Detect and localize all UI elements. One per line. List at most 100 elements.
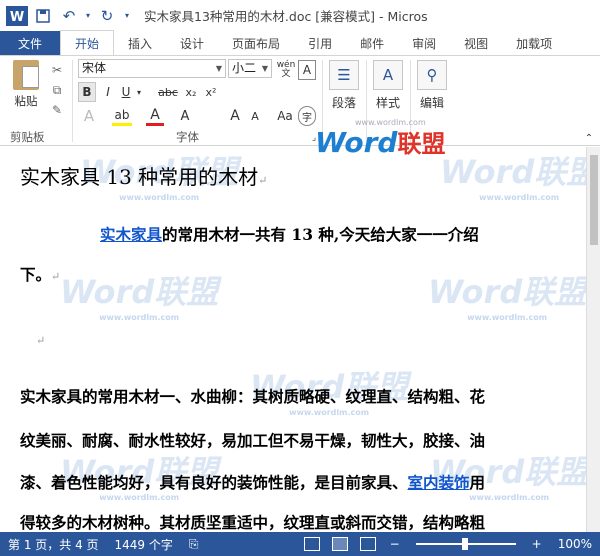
- superscript-button[interactable]: x²: [202, 82, 220, 102]
- grow-font-icon[interactable]: A: [226, 106, 244, 126]
- para1-text: 的常用木材一共有 13 种,今天给大家一一介绍: [162, 225, 479, 244]
- editing-button[interactable]: ⚲ 编辑: [412, 60, 452, 111]
- scroll-thumb[interactable]: [590, 155, 598, 245]
- undo-dropdown-icon[interactable]: ▾: [82, 3, 94, 29]
- zoom-slider[interactable]: [415, 538, 516, 550]
- strikethrough-button[interactable]: abc: [156, 82, 180, 102]
- paragraph-2-line-2: 纹美丽、耐腐、耐水性较好，易加工但不易干燥，韧性大，胶接、油: [20, 431, 486, 450]
- tab-addins[interactable]: 加载项: [502, 31, 566, 55]
- font-color-icon[interactable]: A: [146, 106, 164, 126]
- watermark-url: www.wordlm.com: [469, 493, 550, 502]
- para1-line2: 下。: [20, 265, 52, 284]
- clipboard-icon: [13, 60, 39, 90]
- read-mode-icon[interactable]: [303, 537, 320, 551]
- phonetic-guide-icon[interactable]: wén 文: [276, 60, 296, 80]
- paragraph-2-line-3: 漆、着色性能均好，具有良好的装饰性能，是目前家具、室内装饰用: [20, 471, 575, 493]
- interior-decoration-link[interactable]: 室内装饰: [408, 473, 470, 492]
- logo-word: Word: [315, 126, 398, 159]
- word-logo-icon[interactable]: W: [4, 3, 30, 29]
- styles-button[interactable]: A 样式: [368, 60, 408, 111]
- text-effects-icon[interactable]: A: [80, 106, 98, 126]
- save-icon[interactable]: [30, 3, 56, 29]
- watermark-url: www.wordlm.com: [479, 193, 560, 202]
- editing-label: 编辑: [419, 96, 444, 110]
- paste-label: 粘贴: [14, 94, 38, 108]
- paragraph-2-line-1: 实木家具的常用木材一、水曲柳：其树质略硬、纹理直、结构粗、花: [20, 387, 486, 406]
- clipboard-group-label: 剪贴板: [10, 130, 45, 144]
- paragraph-icon: ☰: [329, 60, 359, 90]
- phonetic-char: 文: [281, 69, 291, 79]
- font-size-select[interactable]: 小二 ▼: [228, 59, 272, 78]
- logo-chinese: 联盟: [397, 130, 446, 158]
- tab-layout[interactable]: 页面布局: [218, 31, 294, 55]
- char-shading-icon[interactable]: A: [176, 106, 194, 126]
- styles-label: 样式: [375, 96, 400, 110]
- tab-mailings[interactable]: 邮件: [346, 31, 398, 55]
- copy-icon[interactable]: ⧉: [48, 80, 66, 100]
- font-name-value: 宋体: [82, 61, 107, 75]
- undo-icon[interactable]: ↶: [56, 3, 82, 29]
- binoculars-icon: ⚲: [417, 60, 447, 90]
- tab-insert[interactable]: 插入: [114, 31, 166, 55]
- heading-text: 实木家具 13 种常用的木材: [20, 165, 259, 189]
- para2-line3-post: 用: [469, 473, 486, 492]
- print-layout-icon[interactable]: [331, 537, 348, 551]
- shrink-font-icon[interactable]: A: [246, 106, 264, 126]
- redo-icon[interactable]: ↻: [94, 3, 120, 29]
- proofing-icon[interactable]: ⎘: [181, 537, 207, 552]
- bold-button[interactable]: B: [78, 82, 96, 102]
- paragraph-1-line-1: 实木家具的常用木材一共有 13 种,今天给大家一一介绍: [100, 223, 570, 245]
- zoom-in-icon[interactable]: +: [524, 537, 550, 551]
- page-count[interactable]: 第 1 页，共 4 页: [0, 536, 107, 553]
- title-bar: W ↶ ▾ ↻ ▾ 实木家具13种常用的木材.doc [兼容模式] - Micr…: [0, 0, 600, 31]
- divider: [72, 60, 73, 142]
- chevron-down-icon: ▼: [261, 64, 268, 73]
- tab-design[interactable]: 设计: [166, 31, 218, 55]
- tab-file[interactable]: 文件: [0, 31, 60, 55]
- watermark-url: www.wordlm.com: [99, 313, 180, 322]
- zoom-slider-knob[interactable]: [461, 538, 468, 550]
- underline-dropdown-icon[interactable]: ▾: [134, 82, 144, 102]
- watermark-url: www.wordlm.com: [119, 193, 200, 202]
- paste-button[interactable]: 粘贴: [8, 60, 44, 109]
- watermark-url: www.wordlm.com: [289, 408, 370, 417]
- subscript-button[interactable]: x₂: [182, 82, 200, 102]
- font-group-label: 字体: [176, 130, 199, 144]
- styles-icon: A: [373, 60, 403, 90]
- svg-text:W: W: [10, 10, 24, 25]
- collapse-ribbon-icon[interactable]: ⌃: [582, 128, 596, 148]
- italic-button[interactable]: I: [100, 82, 116, 102]
- tab-home[interactable]: 开始: [60, 30, 115, 55]
- paragraph-mark: ↵: [258, 174, 268, 187]
- font-name-select[interactable]: 宋体 ▼: [78, 59, 226, 78]
- tab-view[interactable]: 视图: [450, 31, 502, 55]
- document-heading: 实木家具 13 种常用的木材↵: [20, 161, 267, 190]
- paragraph-1-line-2: 下。↵: [20, 263, 575, 285]
- change-case-icon[interactable]: Aa: [276, 106, 294, 126]
- paragraph-button[interactable]: ☰ 段落: [324, 60, 364, 111]
- underline-button[interactable]: U: [118, 82, 134, 102]
- format-painter-icon[interactable]: ✎: [48, 100, 66, 120]
- wood-furniture-link[interactable]: 实木家具: [100, 225, 162, 244]
- zoom-level[interactable]: 100%: [550, 537, 600, 551]
- paragraph-mark: ↵: [36, 334, 46, 347]
- chevron-down-icon: ▼: [215, 64, 222, 73]
- tab-review[interactable]: 审阅: [398, 31, 450, 55]
- window-title: 实木家具13种常用的木材.doc [兼容模式] - Micros: [144, 9, 428, 24]
- highlight-icon[interactable]: ab: [112, 106, 132, 126]
- word-count[interactable]: 1449 个字: [107, 536, 181, 553]
- font-size-value: 小二: [232, 61, 257, 75]
- char-border-icon[interactable]: A: [298, 60, 316, 80]
- document-page[interactable]: Word联盟 www.wordlm.com Word联盟 www.wordlm.co…: [0, 147, 586, 532]
- enclose-char-icon[interactable]: 字: [298, 106, 316, 126]
- tab-references[interactable]: 引用: [294, 31, 346, 55]
- word-union-logo: www.wordlm.com Word联盟: [315, 118, 446, 159]
- ribbon-tabs: 文件 开始 插入 设计 页面布局 引用 邮件 审阅 视图 加载项: [0, 30, 600, 55]
- watermark-url: www.wordlm.com: [467, 313, 548, 322]
- vertical-scrollbar[interactable]: [586, 147, 600, 532]
- paragraph-2-line-4: 得较多的木材树种。其材质坚重适中，纹理直或斜而交错，结构略粗: [20, 513, 486, 532]
- zoom-out-icon[interactable]: −: [382, 537, 408, 551]
- customize-toolbar-icon[interactable]: ▾: [120, 3, 134, 29]
- cut-icon[interactable]: ✂: [48, 60, 66, 80]
- web-layout-icon[interactable]: [359, 537, 376, 551]
